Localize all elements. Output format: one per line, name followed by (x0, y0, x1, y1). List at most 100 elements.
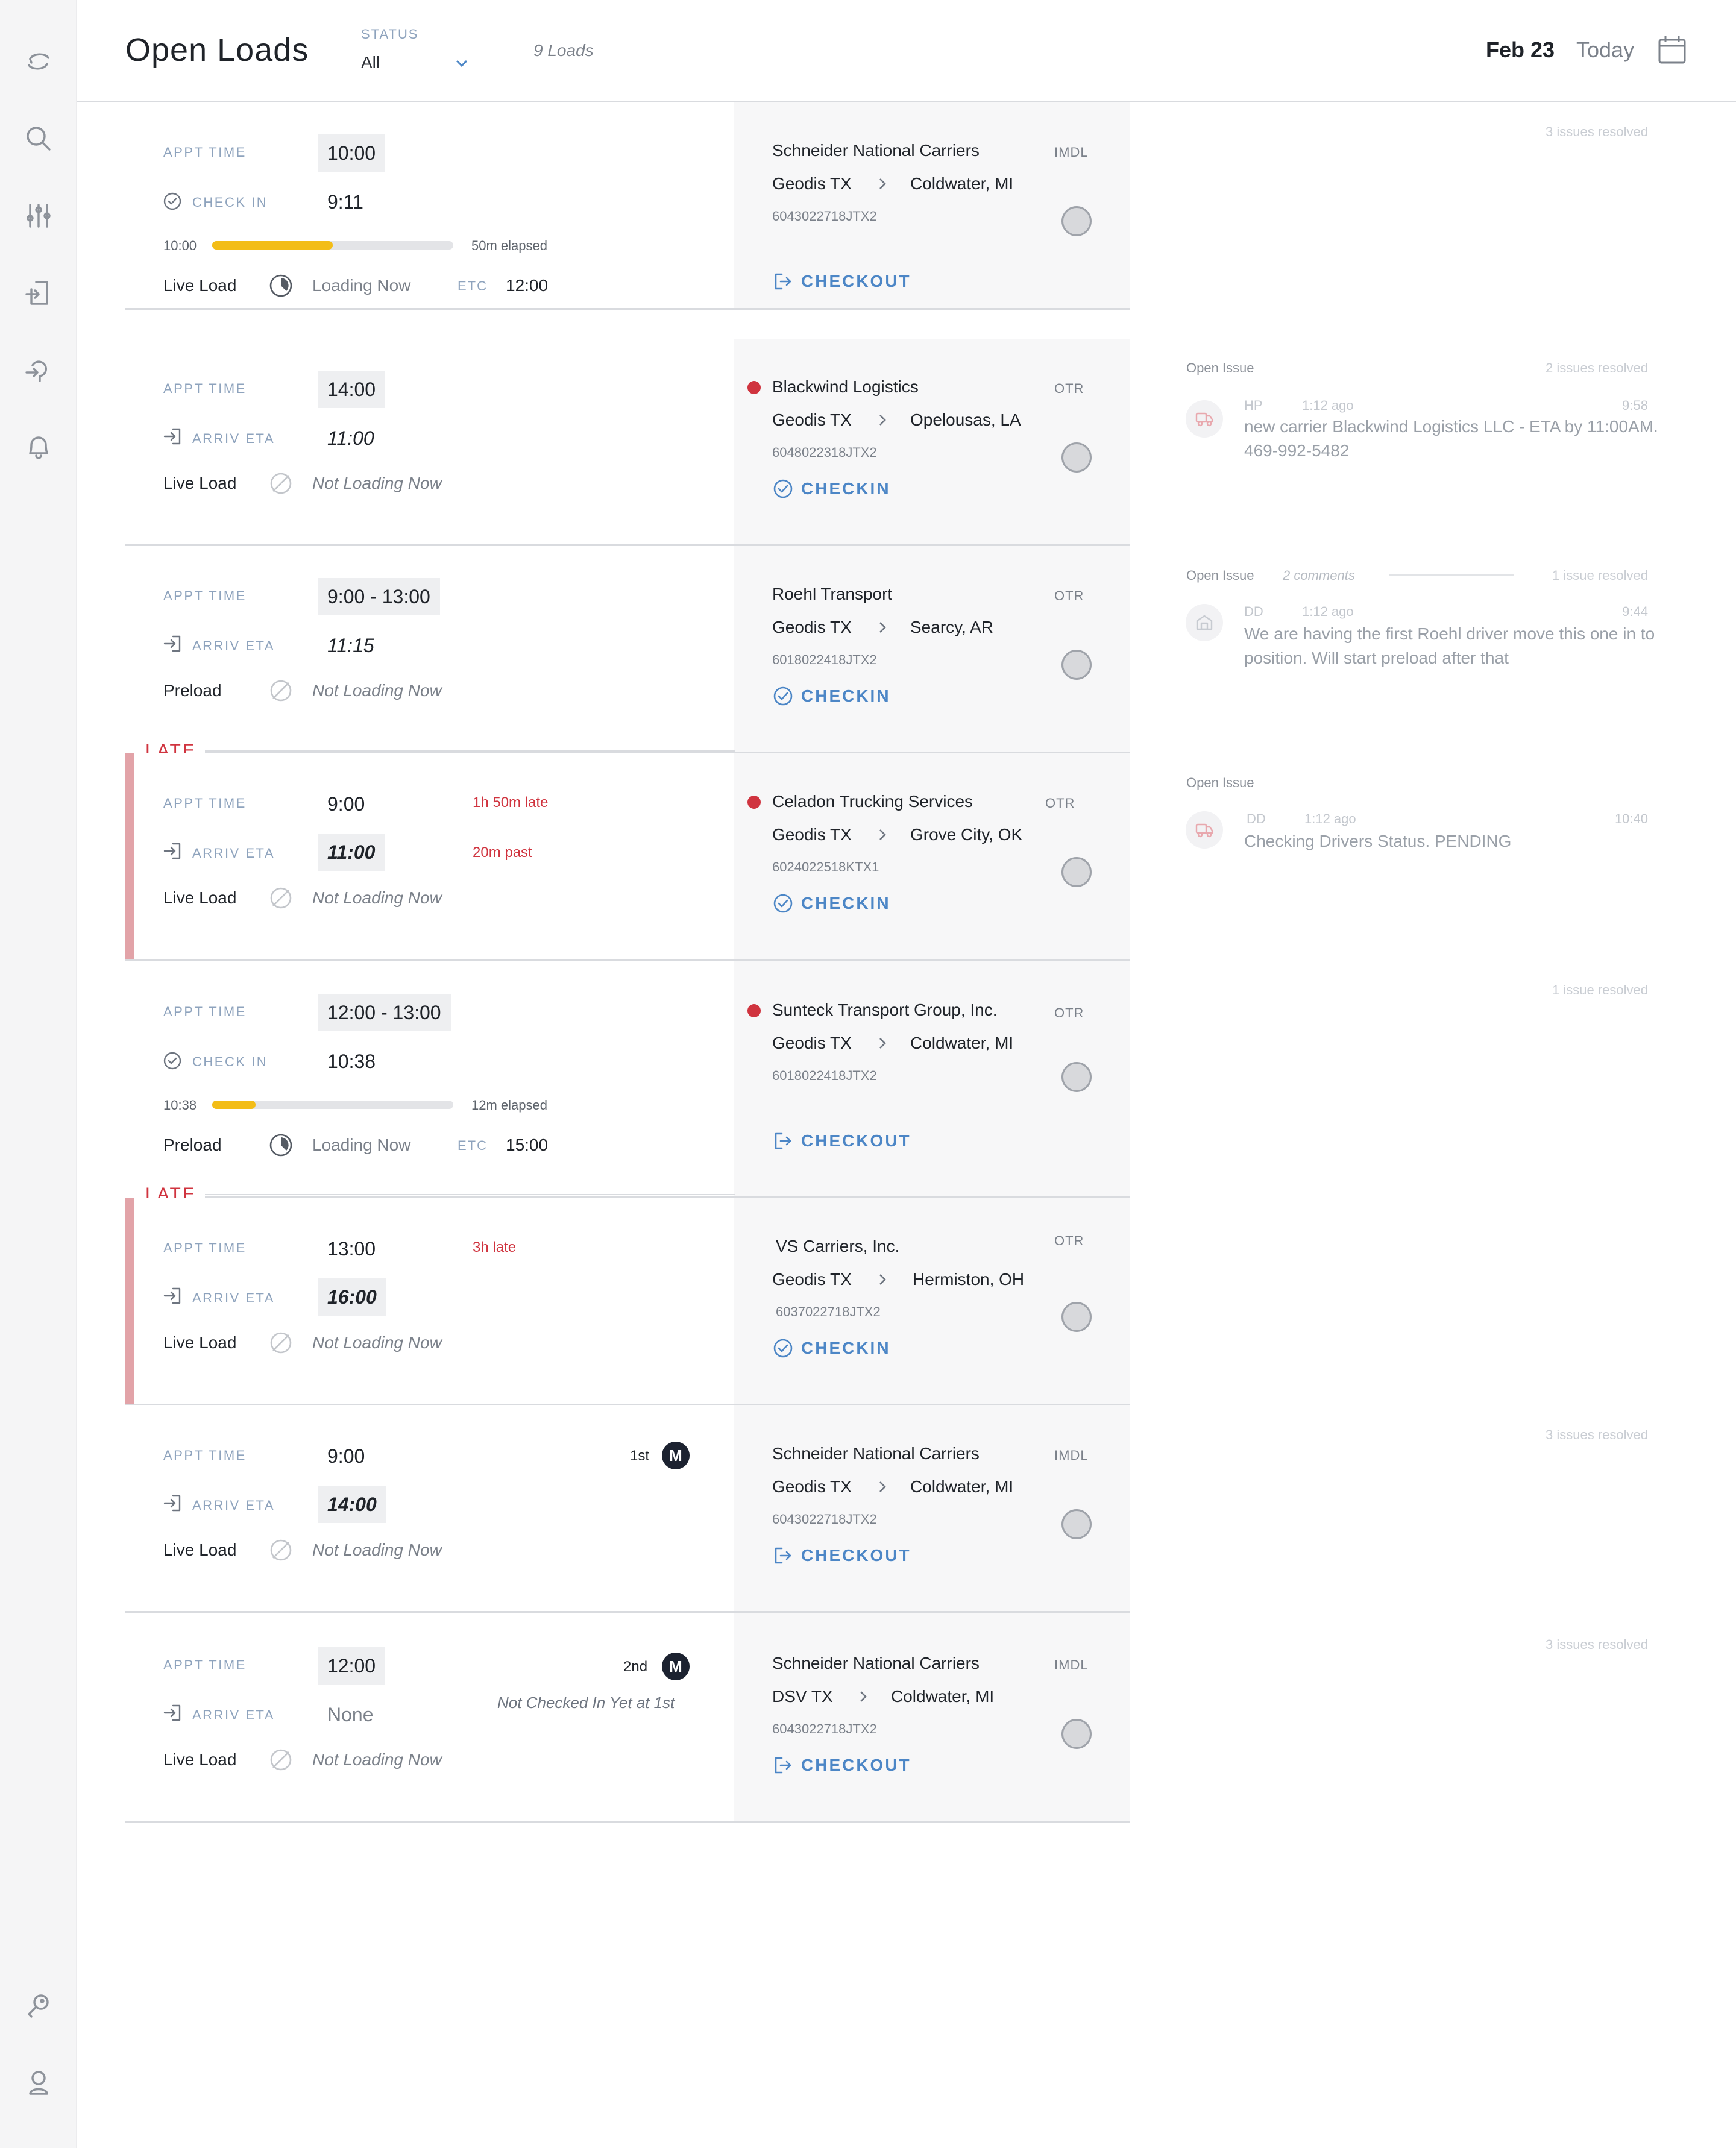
bell-icon[interactable] (23, 432, 54, 463)
checkin-button[interactable]: CHECKIN (772, 1335, 891, 1361)
loading-progress-bar (212, 1101, 453, 1109)
checkin-button[interactable]: CHECKIN (772, 476, 891, 502)
appt-time-value: 12:00 - 13:00 (318, 994, 451, 1031)
checkin-icon (773, 1339, 793, 1358)
load-reference: 6043022718JTX2 (772, 1512, 877, 1527)
comments-count[interactable]: 2 comments (1283, 568, 1355, 583)
checkout-button[interactable]: CHECKOUT (772, 1128, 911, 1154)
select-toggle[interactable] (1061, 650, 1092, 680)
status-filter-select[interactable]: All (361, 53, 470, 77)
select-toggle[interactable] (1061, 206, 1092, 236)
alert-dot (747, 381, 761, 394)
load-carrier-panel: Roehl Transport OTR Geodis TX Searcy, AR… (734, 546, 1130, 752)
select-toggle[interactable] (1061, 1062, 1092, 1092)
load-reference: 6048022318JTX2 (772, 445, 877, 460)
arrival-icon (162, 426, 183, 447)
load-status: Not Loading Now (312, 888, 442, 907)
select-toggle[interactable] (1061, 442, 1092, 473)
load-carrier-panel: Sunteck Transport Group, Inc. OTR Geodis… (734, 961, 1130, 1196)
search-icon[interactable] (23, 123, 54, 154)
not-loading-icon (268, 471, 294, 496)
route-destination: Grove City, OK (910, 825, 1023, 844)
driver-icon[interactable] (23, 354, 54, 386)
filters-icon[interactable] (23, 200, 54, 231)
open-issue-label[interactable]: Open Issue (1186, 568, 1254, 583)
check-in-value: 10:38 (327, 1050, 376, 1072)
appt-time-value: 12:00 (318, 1647, 386, 1685)
carrier-name: VS Carriers, Inc. (776, 1237, 900, 1255)
stop-order: 2nd (623, 1659, 648, 1675)
chevron-right-icon (875, 412, 890, 428)
load-row[interactable]: APPT TIME 13:00 3h late ARRIV ETA 16:00 … (125, 1198, 1130, 1405)
checkin-button[interactable]: CHECKIN (772, 890, 891, 917)
select-toggle[interactable] (1061, 857, 1092, 887)
route-origin: Geodis TX (772, 1034, 852, 1052)
not-checked-note: Not Checked In Yet at 1st (497, 1694, 675, 1712)
today-button[interactable]: Today (1576, 37, 1634, 63)
profile-icon[interactable] (23, 2067, 54, 2099)
carrier-name: Schneider National Carriers (772, 141, 980, 160)
arriv-eta-label: ARRIV ETA (192, 431, 275, 446)
load-row[interactable]: APPT TIME 12:00 2nd M ARRIV ETA None Not… (125, 1613, 1130, 1823)
resolved-count[interactable]: 3 issues resolved (1467, 124, 1648, 140)
load-type: Live Load (163, 1750, 237, 1769)
alert-dot (747, 796, 761, 809)
loads-count: 9 Loads (533, 41, 594, 60)
checkout-button[interactable]: CHECKOUT (772, 1752, 911, 1779)
open-issue-label[interactable]: Open Issue (1186, 775, 1254, 791)
load-type: Live Load (163, 888, 237, 907)
arriv-eta-label: ARRIV ETA (192, 846, 275, 861)
load-row[interactable]: APPT TIME 14:00 ARRIV ETA 11:00 Live Loa… (125, 339, 1130, 546)
route-origin: Geodis TX (772, 174, 852, 193)
stop-order: 1st (630, 1448, 650, 1464)
carrier-name: Celadon Trucking Services (772, 792, 973, 811)
load-row[interactable]: APPT TIME 9:00 1st M ARRIV ETA 14:00 Liv… (125, 1405, 1130, 1613)
transport-mode: IMDL (1054, 1448, 1089, 1463)
checkin-label: CHECKIN (801, 479, 891, 498)
select-toggle[interactable] (1061, 1719, 1092, 1749)
load-status: Not Loading Now (312, 1540, 442, 1559)
load-schedule: APPT TIME 9:00 - 13:00 ARRIV ETA 11:15 P… (125, 546, 734, 752)
resolved-count[interactable]: 1 issue resolved (1467, 568, 1648, 583)
logo-icon[interactable] (23, 46, 54, 77)
appt-time-label: APPT TIME (163, 381, 247, 396)
alert-dot (747, 1004, 761, 1017)
carrier-name: Schneider National Carriers (772, 1654, 980, 1672)
checkout-label: CHECKOUT (801, 1131, 911, 1150)
check-in-value: 9:11 (327, 191, 363, 213)
checkin-button[interactable]: CHECKIN (772, 683, 891, 709)
appt-time-label: APPT TIME (163, 1657, 247, 1672)
arrival-icon (162, 1286, 183, 1306)
resolved-count[interactable]: 2 issues resolved (1467, 360, 1648, 376)
etc-label: ETC (458, 278, 488, 294)
load-carrier-panel: Celadon Trucking Services OTR Geodis TX … (734, 753, 1130, 959)
select-toggle[interactable] (1061, 1302, 1092, 1332)
resolved-count[interactable]: 1 issue resolved (1467, 982, 1648, 998)
resolved-count[interactable]: 3 issues resolved (1467, 1427, 1648, 1443)
issue-author: DD (1247, 811, 1266, 826)
resolved-count[interactable]: 3 issues resolved (1467, 1637, 1648, 1653)
route-origin: Geodis TX (772, 1270, 852, 1289)
loading-clock-icon (268, 1132, 294, 1158)
issue-ago: 1:12 ago (1302, 604, 1354, 619)
checkout-button[interactable]: CHECKOUT (772, 268, 911, 295)
not-loading-icon (268, 678, 294, 703)
key-icon[interactable] (23, 1990, 54, 2021)
load-row[interactable]: APPT TIME 12:00 - 13:00 CHECK IN 10:38 1… (125, 961, 1130, 1198)
route-destination: Coldwater, MI (910, 174, 1014, 193)
select-toggle[interactable] (1061, 1509, 1092, 1539)
checkout-button[interactable]: CHECKOUT (772, 1542, 911, 1569)
open-issue-label[interactable]: Open Issue (1186, 360, 1254, 376)
issue-author: DD (1244, 604, 1263, 619)
late-indicator-bar (125, 1198, 134, 1404)
load-row[interactable]: APPT TIME 9:00 - 13:00 ARRIV ETA 11:15 P… (125, 546, 1130, 753)
load-row[interactable]: APPT TIME 9:00 1h 50m late ARRIV ETA 11:… (125, 753, 1130, 961)
transport-mode: OTR (1054, 1005, 1084, 1020)
load-row[interactable]: APPT TIME 10:00 CHECK IN 9:11 10:00 50m … (125, 102, 1130, 310)
appt-time-value: 10:00 (318, 134, 386, 172)
calendar-icon[interactable] (1656, 34, 1688, 66)
load-status: Loading Now (312, 276, 411, 295)
transport-mode: OTR (1054, 381, 1084, 396)
inbound-icon[interactable] (23, 277, 54, 309)
transport-mode: IMDL (1054, 145, 1089, 160)
